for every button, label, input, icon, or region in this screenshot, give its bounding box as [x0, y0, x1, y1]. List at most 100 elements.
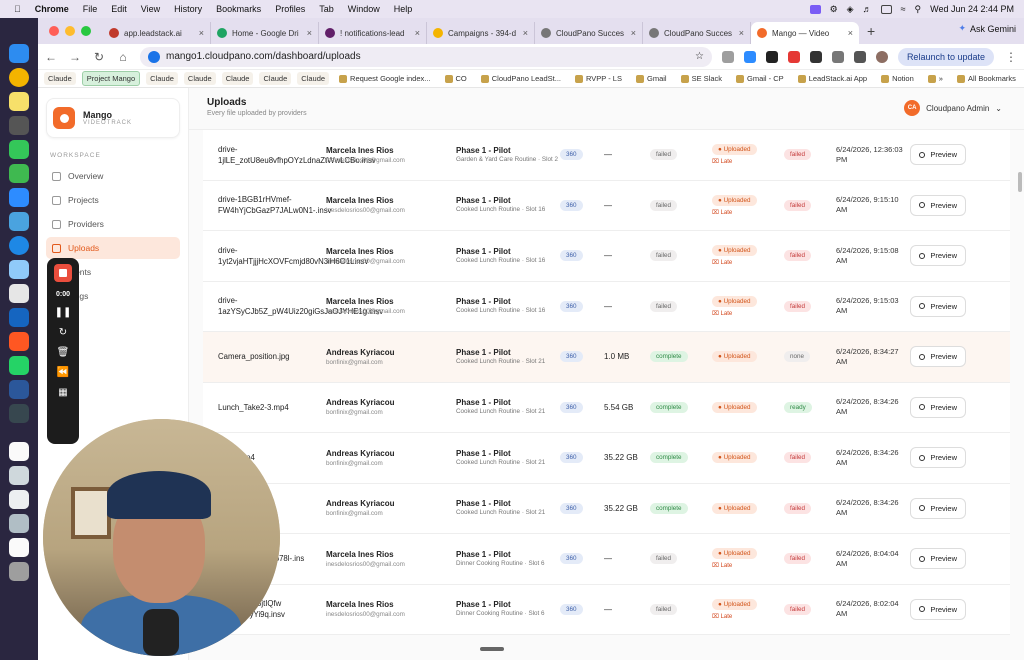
chrome-dock-icon[interactable] — [9, 68, 29, 87]
bookmark-item[interactable]: CloudPano LeadSt... — [477, 72, 565, 85]
scrollbar[interactable] — [1018, 172, 1022, 192]
screen-record-icon[interactable] — [809, 4, 821, 14]
app-dock-icon[interactable] — [9, 236, 29, 255]
preview-button[interactable]: Preview — [910, 447, 966, 469]
sidebar-item-3[interactable]: Uploads — [46, 237, 180, 259]
bookmark-item[interactable]: Claude — [297, 72, 330, 85]
preview-button[interactable]: Preview — [910, 396, 966, 418]
site-info-icon[interactable] — [148, 50, 160, 63]
webcam-bubble[interactable] — [43, 419, 280, 656]
close-tab-icon[interactable]: × — [199, 28, 204, 38]
bookmark-item[interactable]: SE Slack — [677, 72, 726, 85]
notes-dock-icon[interactable] — [9, 92, 29, 111]
menu-list-icon[interactable] — [853, 50, 866, 63]
close-tab-icon[interactable]: × — [523, 28, 528, 38]
battery-icon[interactable] — [880, 4, 892, 14]
preview-button[interactable]: Preview — [910, 548, 966, 570]
bookmark-item[interactable]: Claude — [44, 72, 76, 85]
table-row[interactable]: Lunch_Take2-3.mp4 Andreas Kyriacou bonfini… — [203, 382, 1010, 433]
wifi-icon[interactable]: ≈ — [901, 4, 906, 14]
doc-dock-icon[interactable] — [9, 538, 29, 557]
zoom-window-button[interactable] — [81, 26, 91, 36]
close-tab-icon[interactable]: × — [848, 28, 853, 38]
table-row[interactable]: Camera_position.jpg Andreas Kyriacou bonfi… — [203, 332, 1010, 383]
zoom-dock-icon[interactable] — [9, 188, 29, 207]
bookmark-item[interactable]: Claude — [221, 72, 254, 85]
preview-button[interactable]: Preview — [910, 598, 966, 620]
bookmark-item[interactable]: CO — [441, 72, 471, 85]
close-tab-icon[interactable]: × — [631, 28, 636, 38]
extension-icon[interactable] — [743, 50, 756, 63]
menu-edit[interactable]: Edit — [111, 4, 127, 14]
tab-4[interactable]: CloudPano Succes × — [535, 22, 643, 44]
doc-dock-icon[interactable] — [9, 490, 29, 509]
word-dock-icon[interactable] — [9, 380, 29, 399]
table-row[interactable]: ke2-2.mp4Andreas Kyriacoubonfinix@gmail.… — [203, 433, 1010, 484]
doc-dock-icon[interactable] — [9, 466, 29, 485]
profile-avatar[interactable] — [875, 50, 888, 63]
pause-icon[interactable]: ❚❚ — [55, 307, 72, 318]
app-dock-icon[interactable] — [9, 260, 29, 279]
puzzle-icon[interactable] — [831, 50, 844, 63]
bookmark-star-icon[interactable]: ☆ — [695, 51, 704, 62]
grid-icon[interactable]: ▦ — [58, 387, 67, 398]
app-dock-icon[interactable] — [9, 308, 29, 327]
menu-history[interactable]: History — [174, 4, 202, 14]
close-window-button[interactable] — [49, 26, 59, 36]
app-dock-icon[interactable] — [9, 284, 29, 303]
address-bar[interactable]: mango1.cloudpano.com/dashboard/uploads ☆ — [140, 46, 712, 67]
close-tab-icon[interactable]: × — [307, 28, 312, 38]
menu-app-name[interactable]: Chrome — [35, 4, 69, 14]
relaunch-button[interactable]: Relaunch to update — [897, 47, 994, 66]
url-text[interactable]: mango1.cloudpano.com/dashboard/uploads — [166, 51, 361, 62]
bookmark-item[interactable]: Gmail — [632, 72, 671, 85]
bookmark-item[interactable]: LeadStack.ai App — [794, 72, 871, 85]
minimize-window-button[interactable] — [65, 26, 75, 36]
trash-dock-icon[interactable] — [9, 562, 29, 581]
bookmark-item[interactable]: All Bookmarks — [953, 72, 1020, 85]
menu-window[interactable]: Window — [348, 4, 380, 14]
extension-icon[interactable] — [765, 50, 778, 63]
restart-icon[interactable]: ↻ — [59, 327, 67, 338]
menu-file[interactable]: File — [83, 4, 98, 14]
bookmark-item[interactable]: RVPP - LS — [571, 72, 626, 85]
back-icon[interactable]: ← — [44, 50, 58, 64]
datetime[interactable]: Wed Jun 24 2:44 PM — [930, 4, 1014, 14]
table-row[interactable]: drive-1azYSyCJb5Z_pW4Uiz20giGsJaOJYHE1g.… — [203, 281, 1010, 332]
extension-icon[interactable] — [809, 50, 822, 63]
sidebar-item-2[interactable]: Providers — [46, 213, 180, 235]
tab-0[interactable]: app.leadstack.ai × — [103, 22, 211, 44]
forward-icon[interactable]: → — [68, 50, 82, 64]
tab-1[interactable]: Home - Google Dri × — [211, 22, 319, 44]
table-row[interactable]: drive-1yt2vjaHTjjjHcXOVFcmjd80vN3iH6O1Li… — [203, 231, 1010, 282]
tab-6[interactable]: Mango — Video × — [751, 22, 859, 44]
reload-icon[interactable]: ↻ — [92, 50, 106, 64]
table-row[interactable]: MV7hQYGw BQb78l-.insMarcela Ines Riosine… — [203, 534, 1010, 585]
whatsapp-dock-icon[interactable] — [9, 356, 29, 375]
search-icon[interactable]: ⚲ — [915, 4, 922, 15]
preview-button[interactable]: Preview — [910, 144, 966, 166]
calculator-dock-icon[interactable] — [9, 116, 29, 135]
bookmark-item[interactable]: Claude — [259, 72, 292, 85]
menu-tab[interactable]: Tab — [319, 4, 334, 14]
preview-button[interactable]: Preview — [910, 194, 966, 216]
numbers-dock-icon[interactable] — [9, 164, 29, 183]
preview-button[interactable]: Preview — [910, 245, 966, 267]
menu-view[interactable]: View — [141, 4, 160, 14]
tab-5[interactable]: CloudPano Succes × — [643, 22, 751, 44]
preview-button[interactable]: Preview — [910, 346, 966, 368]
doc-dock-icon[interactable] — [9, 442, 29, 461]
sidebar-item-0[interactable]: Overview — [46, 165, 180, 187]
bookmark-item[interactable]: Project Mango — [81, 71, 141, 86]
close-tab-icon[interactable]: × — [739, 28, 744, 38]
rewind-icon[interactable]: ⏪ — [57, 367, 69, 378]
home-icon[interactable]: ⌂ — [116, 50, 130, 64]
sidebar-item-1[interactable]: Projects — [46, 189, 180, 211]
messages-dock-icon[interactable] — [9, 140, 29, 159]
bookmark-item[interactable]: Gmail - CP — [732, 72, 788, 85]
table-row[interactable]: drive-1jlLE_zotU8eu8vfhpOYzLdnaZtWwLCBo.… — [203, 130, 1010, 181]
close-tab-icon[interactable]: × — [415, 28, 420, 38]
table-row[interactable]: mp4Andreas Kyriacoubonfinix@gmail.comPha… — [203, 483, 1010, 534]
tab-2[interactable]: ! notifications-lead × — [319, 22, 427, 44]
ask-gemini-button[interactable]: ✦ Ask Gemini — [958, 23, 1016, 34]
